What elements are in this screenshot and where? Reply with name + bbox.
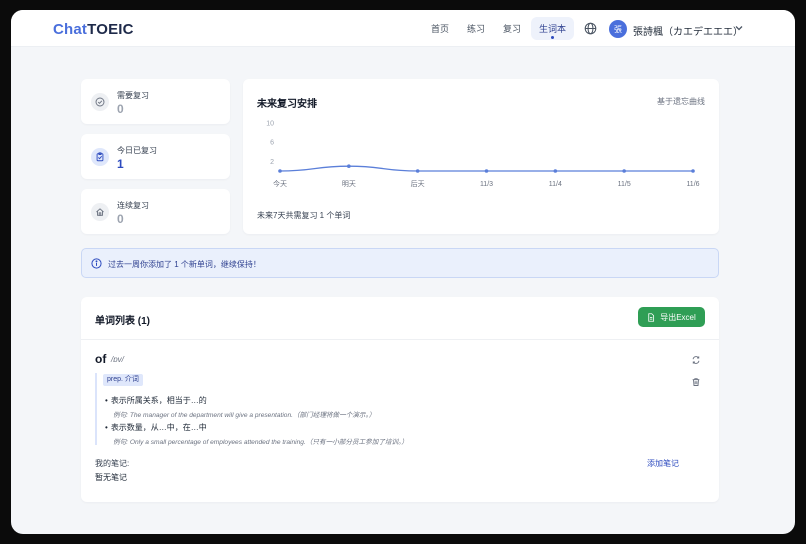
main-nav: 首页 练习 复习 生词本	[423, 17, 576, 40]
nav-review[interactable]: 复习	[495, 17, 529, 40]
word-list-card: 单词列表 (1) 导出Excel of /ɒv/ prep. 介词 表示所属关系…	[81, 297, 719, 502]
y-tick-label: 6	[270, 140, 274, 147]
definition-bar	[95, 373, 97, 445]
logo-toeic: TOEIC	[87, 21, 134, 38]
avatar[interactable]: 張	[609, 20, 627, 38]
x-tick-label: 11/4	[549, 181, 562, 188]
data-point[interactable]	[622, 169, 626, 173]
data-point[interactable]	[347, 164, 351, 168]
stat-value: 1	[117, 157, 124, 171]
stat-value: 0	[117, 212, 124, 226]
stat-icon-wrap	[91, 203, 109, 221]
stat-need-review: 需要复习 0	[81, 79, 230, 124]
file-icon	[648, 312, 655, 322]
logo[interactable]: ChatTOEIC	[53, 21, 134, 38]
note-label: 我的笔记:	[95, 459, 130, 468]
y-tick-label: 2	[270, 159, 274, 166]
nav-vocabulary[interactable]: 生词本	[531, 17, 575, 40]
data-point[interactable]	[691, 169, 695, 173]
x-tick-label: 明天	[342, 180, 356, 188]
x-tick-label: 后天	[411, 179, 425, 188]
stat-label: 今日已复习	[117, 146, 157, 155]
data-point[interactable]	[415, 169, 420, 173]
schedule-footer: 未来7天共需复习 1 个单词	[257, 211, 351, 220]
trash-icon[interactable]	[691, 377, 701, 387]
word-list-title: 单词列表 (1)	[95, 316, 150, 327]
top-header: ChatTOEIC 首页 练习 复习 生词本 張 張詩楓（カエデエエエ）	[11, 10, 795, 47]
stat-icon-wrap	[91, 148, 109, 166]
stat-reviewed-today: 今日已复习 1	[81, 134, 230, 179]
logo-chat: Chat	[53, 21, 88, 38]
data-point[interactable]	[278, 169, 282, 173]
alert-text: 过去一周你添加了 1 个新单词，继续保持！	[108, 260, 261, 269]
data-point[interactable]	[553, 169, 558, 173]
sense-example: 例句: The manager of the department will g…	[113, 412, 376, 419]
chevron-down-icon[interactable]	[734, 23, 744, 33]
sense-example: 例句: Only a small percentage of employees…	[113, 439, 408, 446]
schedule-chart: 10 6 2 今天 明天 后天 11/3 11/4 11/5 11/6	[266, 121, 699, 189]
stat-icon-wrap	[91, 93, 109, 111]
pos-tag: prep. 介词	[103, 374, 143, 386]
add-note-link[interactable]: 添加笔记	[647, 458, 679, 469]
nav-practice[interactable]: 练习	[459, 17, 493, 40]
globe-icon[interactable]	[584, 22, 597, 35]
word-headword: of	[95, 352, 107, 366]
sense-meaning: 表示数量，从…中，在…中	[105, 422, 207, 433]
home-icon	[96, 208, 104, 216]
stat-streak: 连续复习 0	[81, 189, 230, 234]
info-icon	[91, 258, 102, 269]
divider	[81, 339, 719, 340]
refresh-icon[interactable]	[691, 355, 701, 365]
y-tick-label: 10	[266, 121, 274, 128]
clipboard-check-icon	[96, 152, 104, 162]
stat-label: 需要复习	[117, 91, 149, 100]
data-point[interactable]	[484, 169, 489, 173]
export-label: 导出Excel	[660, 312, 696, 322]
user-name[interactable]: 張詩楓（カエデエエエ）	[633, 23, 743, 38]
weekly-alert: 过去一周你添加了 1 个新单词，继续保持！	[81, 248, 719, 278]
nav-home[interactable]: 首页	[423, 17, 457, 40]
stat-label: 连续复习	[117, 201, 149, 210]
x-tick-label: 今天	[273, 179, 287, 188]
app-window: ChatTOEIC 首页 练习 复习 生词本 張 張詩楓（カエデエエエ） 需要复…	[11, 10, 795, 534]
check-circle-icon	[95, 97, 105, 107]
stat-value: 0	[117, 102, 124, 116]
x-tick-label: 11/5	[618, 181, 631, 188]
word-phonetic: /ɒv/	[111, 355, 124, 364]
x-tick-label: 11/6	[686, 181, 699, 188]
export-excel-button[interactable]: 导出Excel	[638, 307, 705, 327]
review-schedule-card: 未来复习安排 基于遗忘曲线 10 6 2 今天 明天 后天 11/3 11/4 11/5 11/6…	[243, 79, 719, 234]
note-value: 暂无笔记	[95, 473, 127, 482]
sense-meaning: 表示所属关系，相当于…的	[105, 395, 207, 406]
x-tick-label: 11/3	[480, 181, 493, 188]
